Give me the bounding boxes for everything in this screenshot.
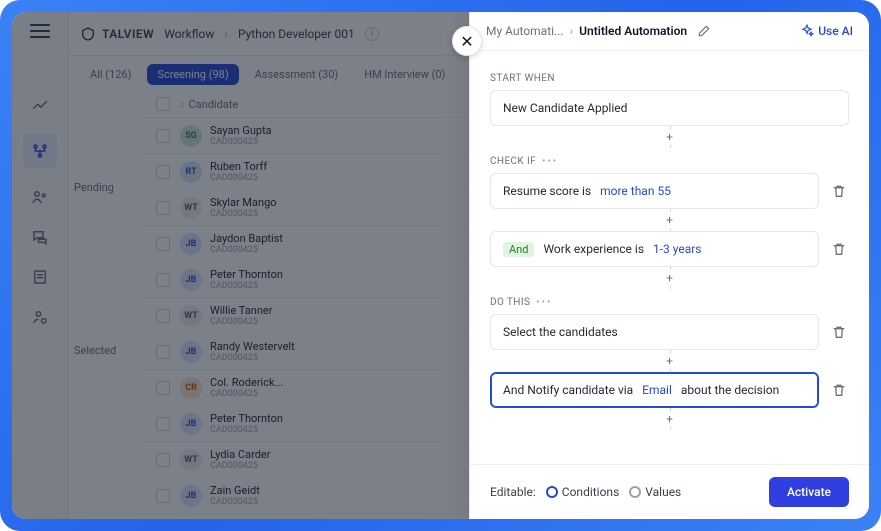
delete-icon[interactable]	[831, 324, 849, 340]
trigger-card[interactable]: New Candidate Applied	[490, 90, 849, 126]
action-value[interactable]: Email	[642, 383, 672, 397]
delete-icon[interactable]	[831, 183, 849, 199]
add-step-button[interactable]: +	[663, 412, 677, 426]
use-ai-button[interactable]: Use AI	[800, 24, 853, 38]
add-step-button[interactable]: +	[663, 213, 677, 227]
close-button[interactable]: ✕	[452, 26, 482, 56]
action-text: And Notify candidate via	[503, 383, 633, 397]
add-step-button[interactable]: +	[663, 354, 677, 368]
and-chip: And	[503, 242, 534, 257]
condition-value[interactable]: 1-3 years	[653, 242, 702, 256]
add-step-button[interactable]: +	[663, 130, 677, 144]
more-icon[interactable]: •••	[542, 156, 558, 167]
action-card-selected[interactable]: And Notify candidate via Email about the…	[490, 372, 819, 408]
panel-breadcrumb-parent[interactable]: My Automati...	[486, 24, 564, 38]
radio-conditions[interactable]: Conditions	[546, 485, 619, 499]
chevron-right-icon: ›	[570, 24, 574, 38]
section-check-if: Check If•••	[490, 156, 849, 167]
activate-button[interactable]: Activate	[769, 477, 849, 507]
delete-icon[interactable]	[831, 241, 849, 257]
condition-text: Resume score is	[503, 184, 591, 198]
add-step-button[interactable]: +	[663, 271, 677, 285]
action-text: about the decision	[681, 383, 779, 397]
condition-card[interactable]: Resume score is more than 55	[490, 173, 819, 209]
edit-icon[interactable]	[697, 24, 711, 38]
condition-text: Work experience is	[543, 242, 644, 256]
radio-values[interactable]: Values	[629, 485, 681, 499]
action-card[interactable]: Select the candidates	[490, 314, 819, 350]
condition-value[interactable]: more than 55	[600, 184, 671, 198]
condition-card[interactable]: And Work experience is 1-3 years	[490, 231, 819, 267]
panel-breadcrumb-current[interactable]: Untitled Automation	[579, 24, 687, 38]
section-start-when: Start When	[490, 73, 849, 84]
section-do-this: Do This•••	[490, 297, 849, 308]
delete-icon[interactable]	[831, 382, 849, 398]
automation-panel: ✕ My Automati... › Untitled Automation U…	[469, 12, 869, 519]
more-icon[interactable]: •••	[536, 297, 552, 308]
editable-label: Editable:	[490, 485, 536, 499]
